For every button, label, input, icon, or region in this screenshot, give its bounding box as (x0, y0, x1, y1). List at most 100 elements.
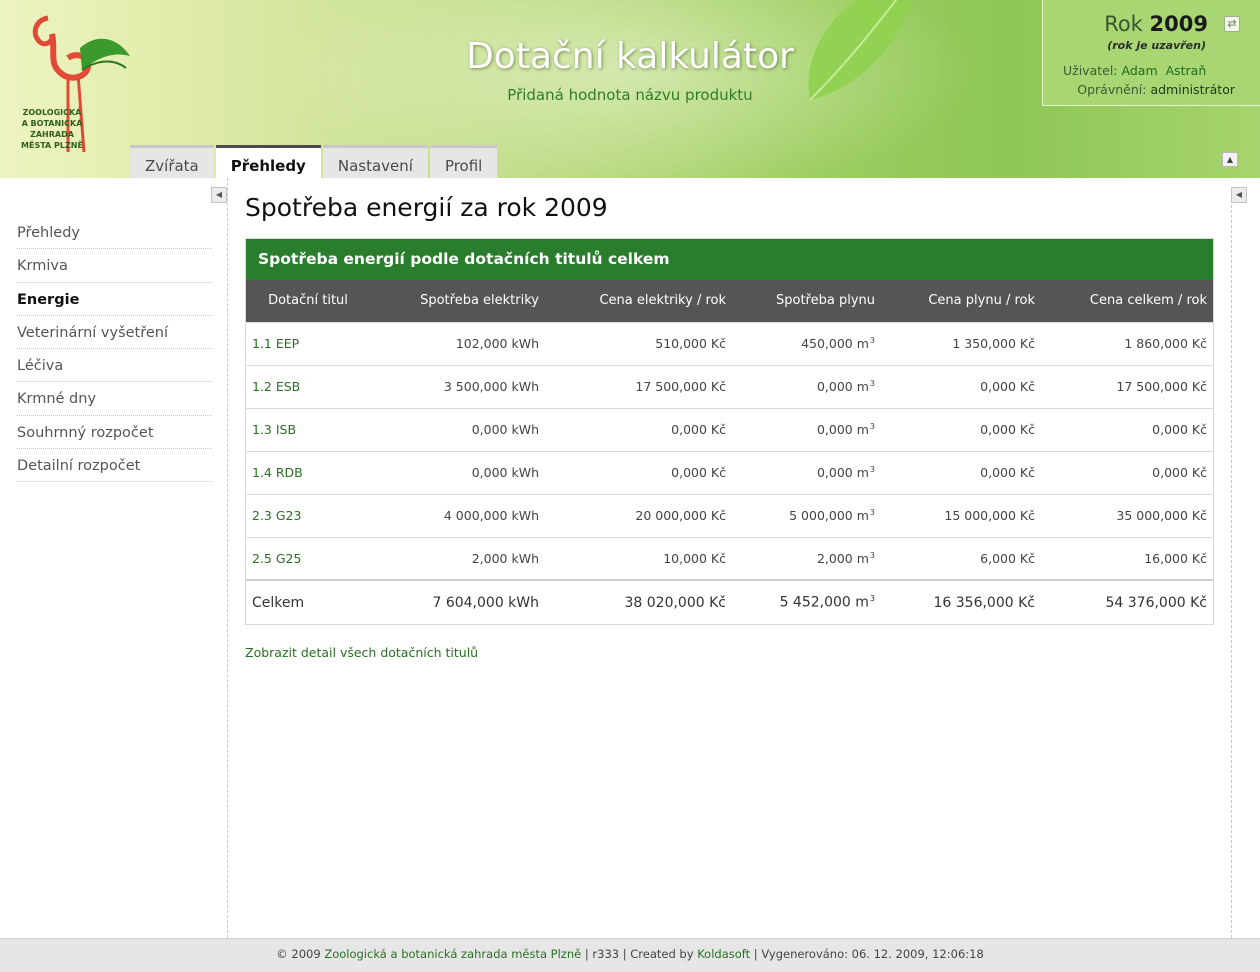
footer-org-link[interactable]: Zoologická a botanická zahrada města Plz… (324, 947, 581, 961)
sidebar-item-krmne-dny[interactable]: Krmné dny (17, 382, 212, 416)
cell: 0,000 Kč (881, 450, 1041, 494)
column-header: Spotřeba elektriky (370, 280, 545, 322)
column-header: Cena plynu / rok (881, 280, 1041, 322)
unit-superscript: 3 (869, 421, 875, 431)
collapse-right-panel-icon[interactable]: ◀ (1231, 187, 1247, 203)
logo-line: A BOTANICKÁ (21, 119, 83, 128)
grant-title-link[interactable]: 2.3 G23 (246, 493, 370, 537)
column-header: Cena elektriky / rok (545, 280, 732, 322)
cell: 4 000,000 kWh (370, 493, 545, 537)
gas-total-value: 5 452,000 m (779, 594, 869, 611)
header: ZOOLOGICKÁ A BOTANICKÁ ZAHRADA MĚSTA PLZ… (0, 0, 1260, 178)
cell: 16,000 Kč (1041, 536, 1213, 580)
sidebar-item-veterinarni-vysetreni[interactable]: Veterinární vyšetření (17, 316, 212, 350)
sidebar-item-energie[interactable]: Energie (17, 283, 212, 316)
unit-superscript: 3 (869, 378, 875, 388)
cell: 3 500,000 kWh (370, 364, 545, 408)
footer-revision: | r333 | Created by (584, 947, 694, 961)
tab-zvirata[interactable]: Zvířata (130, 145, 214, 178)
app-title: Dotační kalkulátor (466, 36, 794, 77)
total-cell: 7 604,000 kWh (370, 579, 545, 624)
table-header-row: Dotační titul Spotřeba elektriky Cena el… (246, 280, 1213, 322)
user-info-box: Rok 2009 ⇄ (rok je uzavřen) Uživatel: Ada… (1042, 0, 1260, 106)
table-body: 1.1 EEP 102,000 kWh 510,000 Kč 450,000 m… (246, 321, 1213, 624)
total-cell-gas: 5 452,000 m3 (732, 579, 881, 624)
cell: 0,000 Kč (1041, 450, 1213, 494)
logo-line: ZOOLOGICKÁ (22, 108, 82, 117)
collapse-sidebar-icon[interactable]: ◀ (211, 187, 227, 203)
user-line: Uživatel: Adam Astraň (1063, 63, 1206, 78)
logo-line: MĚSTA PLZNĚ (21, 141, 83, 150)
unit-superscript: 3 (869, 594, 875, 604)
table-row: 1.4 RDB 0,000 kWh 0,000 Kč 0,000 m3 0,00… (246, 450, 1213, 494)
cell: 10,000 Kč (545, 536, 732, 580)
logo-line: ZAHRADA (30, 130, 74, 139)
cell: 1 860,000 Kč (1041, 321, 1213, 365)
year-label: Rok (1104, 12, 1143, 36)
right-divider (1231, 205, 1232, 938)
cell: 0,000 kWh (370, 407, 545, 451)
tab-prehledy[interactable]: Přehledy (215, 145, 321, 178)
cell-gas: 0,000 m3 (732, 364, 881, 408)
sidebar-item-souhrnny-rozpocet[interactable]: Souhrnný rozpočet (17, 416, 212, 450)
total-label: Celkem (246, 579, 370, 624)
energy-table-box: Spotřeba energií podle dotačních titulů … (245, 238, 1214, 625)
table-caption: Spotřeba energií podle dotačních titulů … (246, 239, 1213, 280)
unit-superscript: 3 (869, 550, 875, 560)
collapse-header-icon[interactable]: ▲ (1222, 152, 1238, 167)
cell: 0,000 Kč (545, 450, 732, 494)
column-header: Dotační titul (246, 280, 370, 322)
total-cell: 54 376,000 Kč (1041, 579, 1213, 624)
main-tabs: Zvířata Přehledy Nastavení Profil (130, 145, 499, 178)
gas-value: 0,000 m (816, 379, 869, 395)
cell: 15 000,000 Kč (881, 493, 1041, 537)
year-display: Rok 2009 (1104, 12, 1208, 36)
tab-nastaveni[interactable]: Nastavení (322, 145, 428, 178)
cell: 17 500,000 Kč (545, 364, 732, 408)
grant-title-link[interactable]: 1.1 EEP (246, 321, 370, 365)
user-name-link[interactable]: Adam Astraň (1122, 63, 1207, 78)
tab-profil[interactable]: Profil (429, 145, 498, 178)
sidebar-item-krmiva[interactable]: Krmiva (17, 249, 212, 283)
table-row: 1.2 ESB 3 500,000 kWh 17 500,000 Kč 0,00… (246, 364, 1213, 408)
cell-gas: 0,000 m3 (732, 407, 881, 451)
gas-value: 450,000 m (801, 336, 869, 352)
grant-title-link[interactable]: 1.2 ESB (246, 364, 370, 408)
footer-copyright: © 2009 (276, 947, 321, 961)
cell: 2,000 kWh (370, 536, 545, 580)
cell: 20 000,000 Kč (545, 493, 732, 537)
gas-value: 0,000 m (816, 465, 869, 481)
cell: 1 350,000 Kč (881, 321, 1041, 365)
user-label: Uživatel: (1063, 63, 1118, 78)
sidebar-item-leciva[interactable]: Léčiva (17, 349, 212, 383)
sidebar-nav: Přehledy Krmiva Energie Veterinární vyše… (17, 216, 212, 483)
footer-author-link[interactable]: Koldasoft (697, 947, 750, 961)
cell: 17 500,000 Kč (1041, 364, 1213, 408)
permission-label: Oprávnění: (1077, 82, 1147, 97)
gas-value: 5 000,000 m (789, 508, 869, 524)
table-row: 1.3 ISB 0,000 kWh 0,000 Kč 0,000 m3 0,00… (246, 407, 1213, 451)
cell: 0,000 Kč (545, 407, 732, 451)
column-header: Cena celkem / rok (1041, 280, 1213, 322)
change-year-icon[interactable]: ⇄ (1224, 16, 1240, 32)
app-subtitle: Přidaná hodnota názvu produktu (507, 86, 753, 104)
sidebar-item-prehledy[interactable]: Přehledy (17, 216, 212, 250)
show-all-details-link[interactable]: Zobrazit detail všech dotačních titulů (245, 645, 478, 660)
unit-superscript: 3 (869, 507, 875, 517)
grant-title-link[interactable]: 1.3 ISB (246, 407, 370, 451)
grant-title-link[interactable]: 1.4 RDB (246, 450, 370, 494)
gas-value: 2,000 m (816, 550, 869, 566)
cell: 0,000 Kč (881, 407, 1041, 451)
unit-superscript: 3 (869, 335, 875, 345)
page-title: Spotřeba energií za rok 2009 (245, 193, 608, 222)
sidebar-item-detailni-rozpocet[interactable]: Detailní rozpočet (17, 449, 212, 483)
cell-gas: 450,000 m3 (732, 321, 881, 365)
cell-gas: 2,000 m3 (732, 536, 881, 580)
year-status: (rok je uzavřen) (1107, 39, 1206, 52)
cell-gas: 5 000,000 m3 (732, 493, 881, 537)
cell: 102,000 kWh (370, 321, 545, 365)
sidebar: ◀ Přehledy Krmiva Energie Veterinární vy… (0, 178, 228, 938)
grant-title-link[interactable]: 2.5 G25 (246, 536, 370, 580)
table-row: 1.1 EEP 102,000 kWh 510,000 Kč 450,000 m… (246, 321, 1213, 365)
energy-table: Dotační titul Spotřeba elektriky Cena el… (246, 280, 1213, 624)
